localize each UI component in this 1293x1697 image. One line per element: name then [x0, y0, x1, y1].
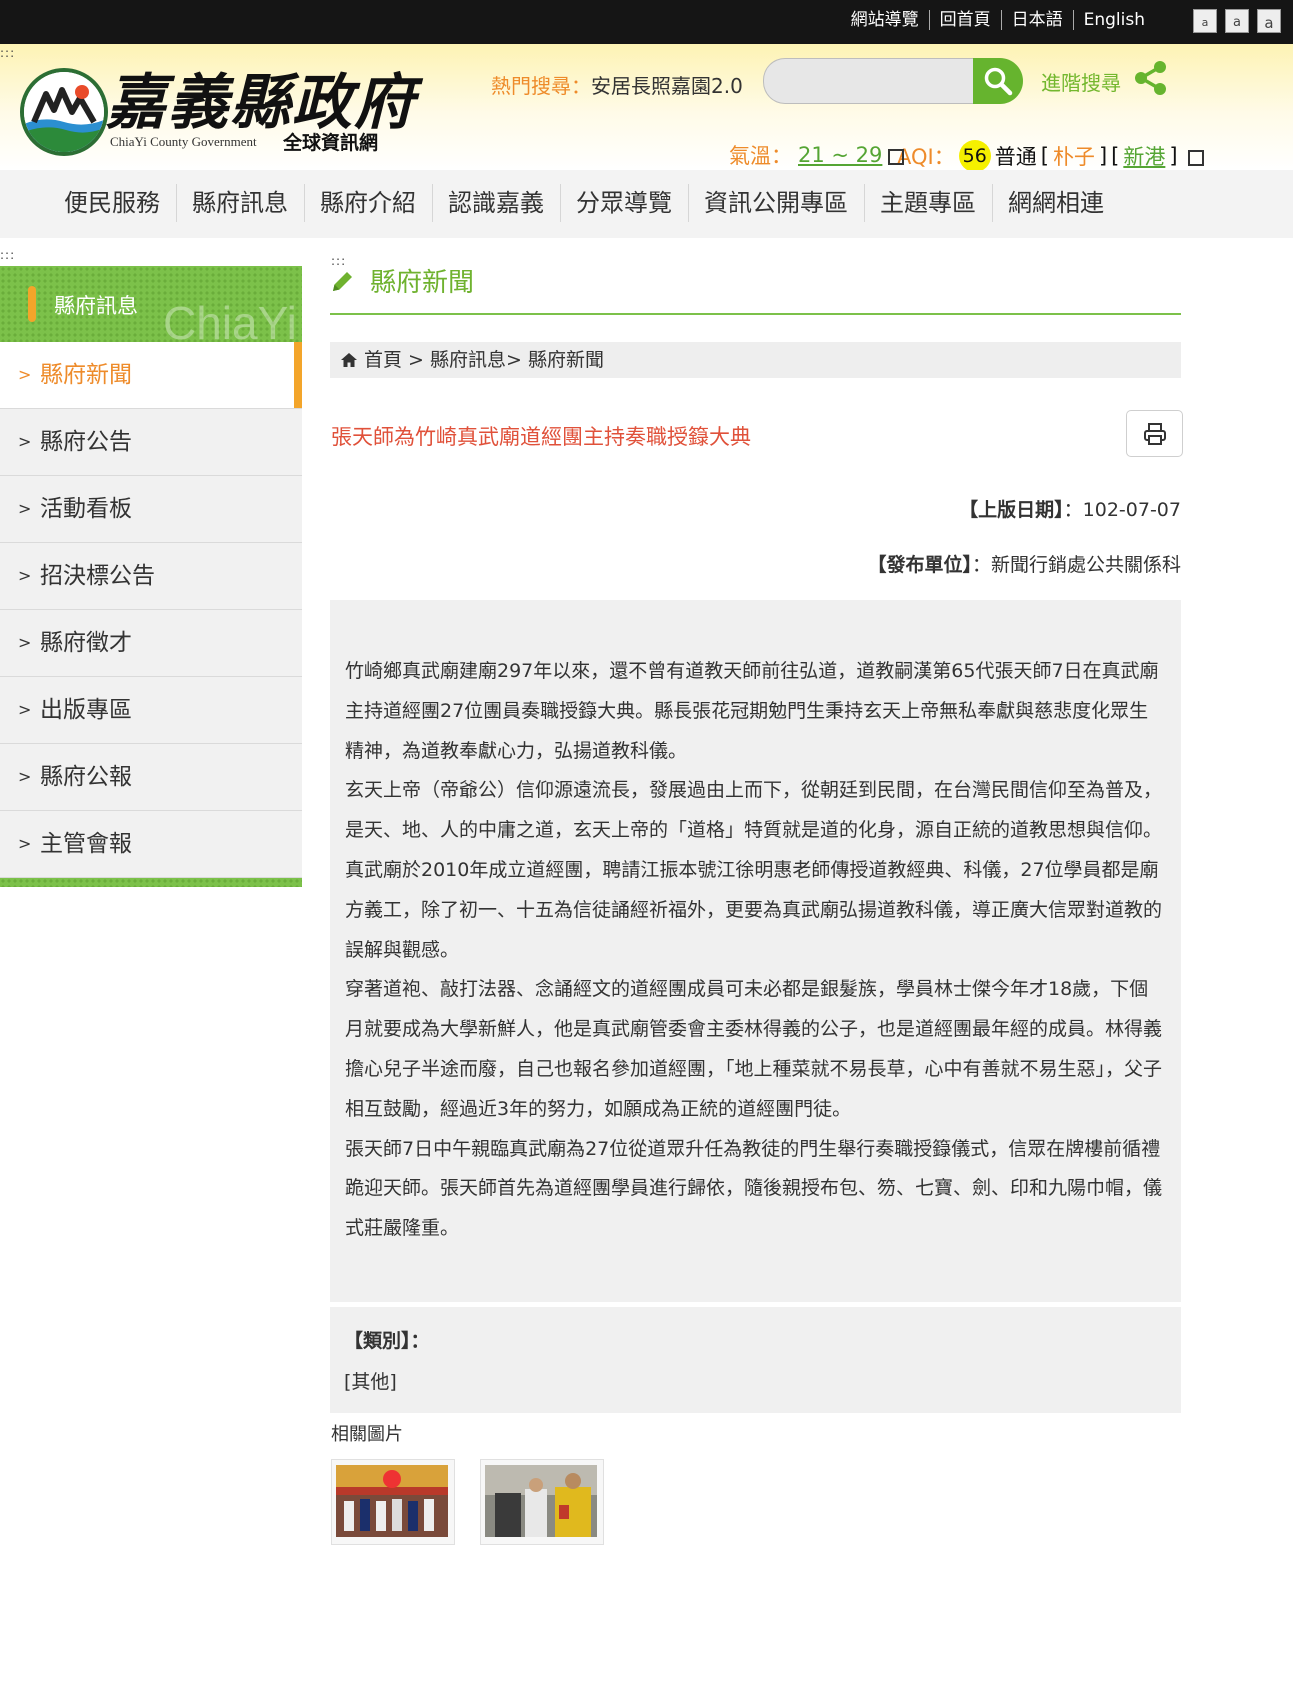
accesskey-marker-left[interactable]: :::	[0, 248, 15, 262]
related-image-thumbnail[interactable]	[480, 1459, 604, 1545]
search-button[interactable]	[973, 58, 1023, 104]
site-subtitle: 全球資訊網	[283, 132, 379, 154]
publish-date-label: 【上版日期】	[959, 499, 1064, 521]
nav-item-open-data[interactable]: 資訊公開專區	[688, 170, 864, 238]
external-link-icon	[1187, 150, 1204, 166]
sidebar-item-executive-meeting[interactable]: > 主管會報	[0, 811, 302, 878]
hot-search-label: 熱門搜尋：	[491, 74, 591, 98]
nav-item-news[interactable]: 縣府訊息	[176, 170, 304, 238]
font-size-controls: a a a	[1193, 9, 1281, 33]
article-title: 張天師為竹崎真武廟道經團主持奏職授籙大典	[331, 425, 751, 449]
publish-unit-value: ：新聞行銷處公共關係科	[971, 554, 1181, 576]
share-icon[interactable]	[1133, 60, 1169, 100]
page-title-text: 縣府新聞	[370, 268, 475, 298]
search-input[interactable]	[763, 58, 974, 104]
category-label: 【類別】：	[344, 1330, 430, 1352]
accesskey-marker[interactable]: :::	[0, 46, 15, 60]
external-link-icon	[888, 149, 905, 165]
advanced-search-link[interactable]: 進階搜尋	[1041, 67, 1121, 96]
related-images-label: 相關圖片	[331, 1424, 403, 1445]
chevron-right-icon: >	[18, 834, 32, 853]
font-size-large-button[interactable]: a	[1257, 9, 1281, 33]
logo-emblem[interactable]	[20, 68, 108, 156]
chevron-right-icon: >	[18, 566, 32, 585]
sitemap-link[interactable]: 網站導覽	[841, 10, 929, 30]
pencil-icon	[333, 271, 352, 291]
nav-item-about[interactable]: 縣府介紹	[304, 170, 432, 238]
english-link[interactable]: English	[1072, 10, 1155, 30]
weather-widget: 氣溫： 21 ~ 29	[729, 140, 1168, 170]
top-links: 網站導覽 回首頁 日本語 English	[841, 10, 1155, 30]
nav-item-topics[interactable]: 主題專區	[864, 170, 992, 238]
publish-date-value: ：102-07-07	[1063, 499, 1181, 521]
nav-item-chiayi[interactable]: 認識嘉義	[432, 170, 560, 238]
chevron-right-icon: >	[18, 432, 32, 451]
category-value: [其他]	[344, 1371, 397, 1393]
home-link[interactable]: 回首頁	[928, 10, 1001, 30]
sidebar-item-events[interactable]: > 活動看板	[0, 476, 302, 543]
site-title[interactable]: 嘉義縣政府	[106, 70, 416, 136]
article-paragraph: 穿著道袍、敲打法器、念誦經文的道經團成員可未必都是銀髮族，學員林士傑今年才18歲…	[345, 978, 1163, 1120]
hot-search: 熱門搜尋：安居長照嘉園2.0	[491, 70, 743, 99]
font-size-medium-button[interactable]: a	[1225, 9, 1249, 33]
publish-unit-label: 【發布單位】	[867, 554, 972, 576]
home-icon[interactable]	[340, 351, 358, 369]
article-category: 【類別】： [其他]	[330, 1307, 1181, 1413]
japanese-link[interactable]: 日本語	[1000, 10, 1073, 30]
chevron-right-icon: >	[18, 700, 32, 719]
sidebar-item-jobs[interactable]: > 縣府徵才	[0, 610, 302, 677]
nav-item-audience[interactable]: 分眾導覽	[560, 170, 688, 238]
sidebar-footer-strip	[0, 878, 302, 887]
weather-label: 氣溫：	[729, 144, 792, 168]
sidebar-heading-label: 縣府訊息	[54, 294, 138, 318]
publish-unit: 【發布單位】：新聞行銷處公共關係科	[867, 550, 1181, 577]
chevron-right-icon: >	[18, 499, 32, 518]
sidebar-heading: 縣府訊息 ChiaYi	[0, 266, 302, 342]
search-icon	[984, 67, 1013, 96]
sidebar-item-county-news[interactable]: > 縣府新聞	[0, 342, 302, 409]
chevron-right-icon: >	[18, 767, 32, 786]
site-title-english: ChiaYi County Government	[110, 134, 257, 149]
article-paragraph: 玄天上帝（帝爺公）信仰源遠流長，發展過由上而下，從朝廷到民間，在台灣民間信仰至為…	[345, 779, 1163, 842]
weather-temperature-link[interactable]: 21 ~ 29	[798, 143, 882, 167]
top-utility-bar: 網站導覽 回首頁 日本語 English a a a	[0, 0, 1293, 44]
sidebar-watermark: ChiaYi	[163, 297, 297, 342]
article-paragraph: 張天師7日中午親臨真武廟為27位從道眾升任為教徒的門生舉行奏職授籙儀式，信眾在牌…	[345, 1137, 1163, 1240]
sidebar-item-publications[interactable]: > 出版專區	[0, 677, 302, 744]
chevron-right-icon: >	[18, 633, 32, 652]
sidebar-menu: > 縣府新聞 > 縣府公告 > 活動看板 > 招決標公告 > 縣府徵才 > 出版…	[0, 342, 302, 878]
sidebar-item-tenders[interactable]: > 招決標公告	[0, 543, 302, 610]
font-size-small-button[interactable]: a	[1193, 9, 1217, 33]
chevron-right-icon: >	[18, 365, 32, 384]
page-title: 縣府新聞	[330, 262, 474, 299]
article-paragraph: 竹崎鄉真武廟建廟297年以來，還不曾有道教天師前往弘道，道教嗣漢第65代張天師7…	[345, 660, 1159, 762]
site-header: ::: 嘉義縣政府 ChiaYi County Government 全球資訊網…	[0, 44, 1293, 172]
breadcrumb: 首頁 > 縣府訊息> 縣府新聞	[330, 342, 1181, 378]
breadcrumb-path[interactable]: 首頁 > 縣府訊息> 縣府新聞	[364, 342, 604, 378]
nav-item-services[interactable]: 便民服務	[48, 170, 176, 238]
main-nav: 便民服務 縣府訊息 縣府介紹 認識嘉義 分眾導覽 資訊公開專區 主題專區 網網相…	[0, 170, 1293, 238]
sidebar-item-gazette[interactable]: > 縣府公報	[0, 744, 302, 811]
article-paragraph: 真武廟於2010年成立道經團，聘請江振本號江徐明惠老師傳授道教經典、科儀，27位…	[345, 858, 1163, 961]
sidebar-item-announcements[interactable]: > 縣府公告	[0, 409, 302, 476]
hot-search-keyword[interactable]: 安居長照嘉園2.0	[591, 74, 743, 98]
printer-icon	[1143, 422, 1166, 445]
nav-item-links[interactable]: 網網相連	[992, 170, 1120, 238]
print-button[interactable]	[1126, 410, 1183, 457]
related-image-thumbnail[interactable]	[331, 1459, 455, 1545]
page-title-divider	[330, 313, 1181, 315]
publish-date: 【上版日期】：102-07-07	[959, 495, 1181, 522]
article-body: 竹崎鄉真武廟建廟297年以來，還不曾有道教天師前往弘道，道教嗣漢第65代張天師7…	[330, 600, 1181, 1302]
